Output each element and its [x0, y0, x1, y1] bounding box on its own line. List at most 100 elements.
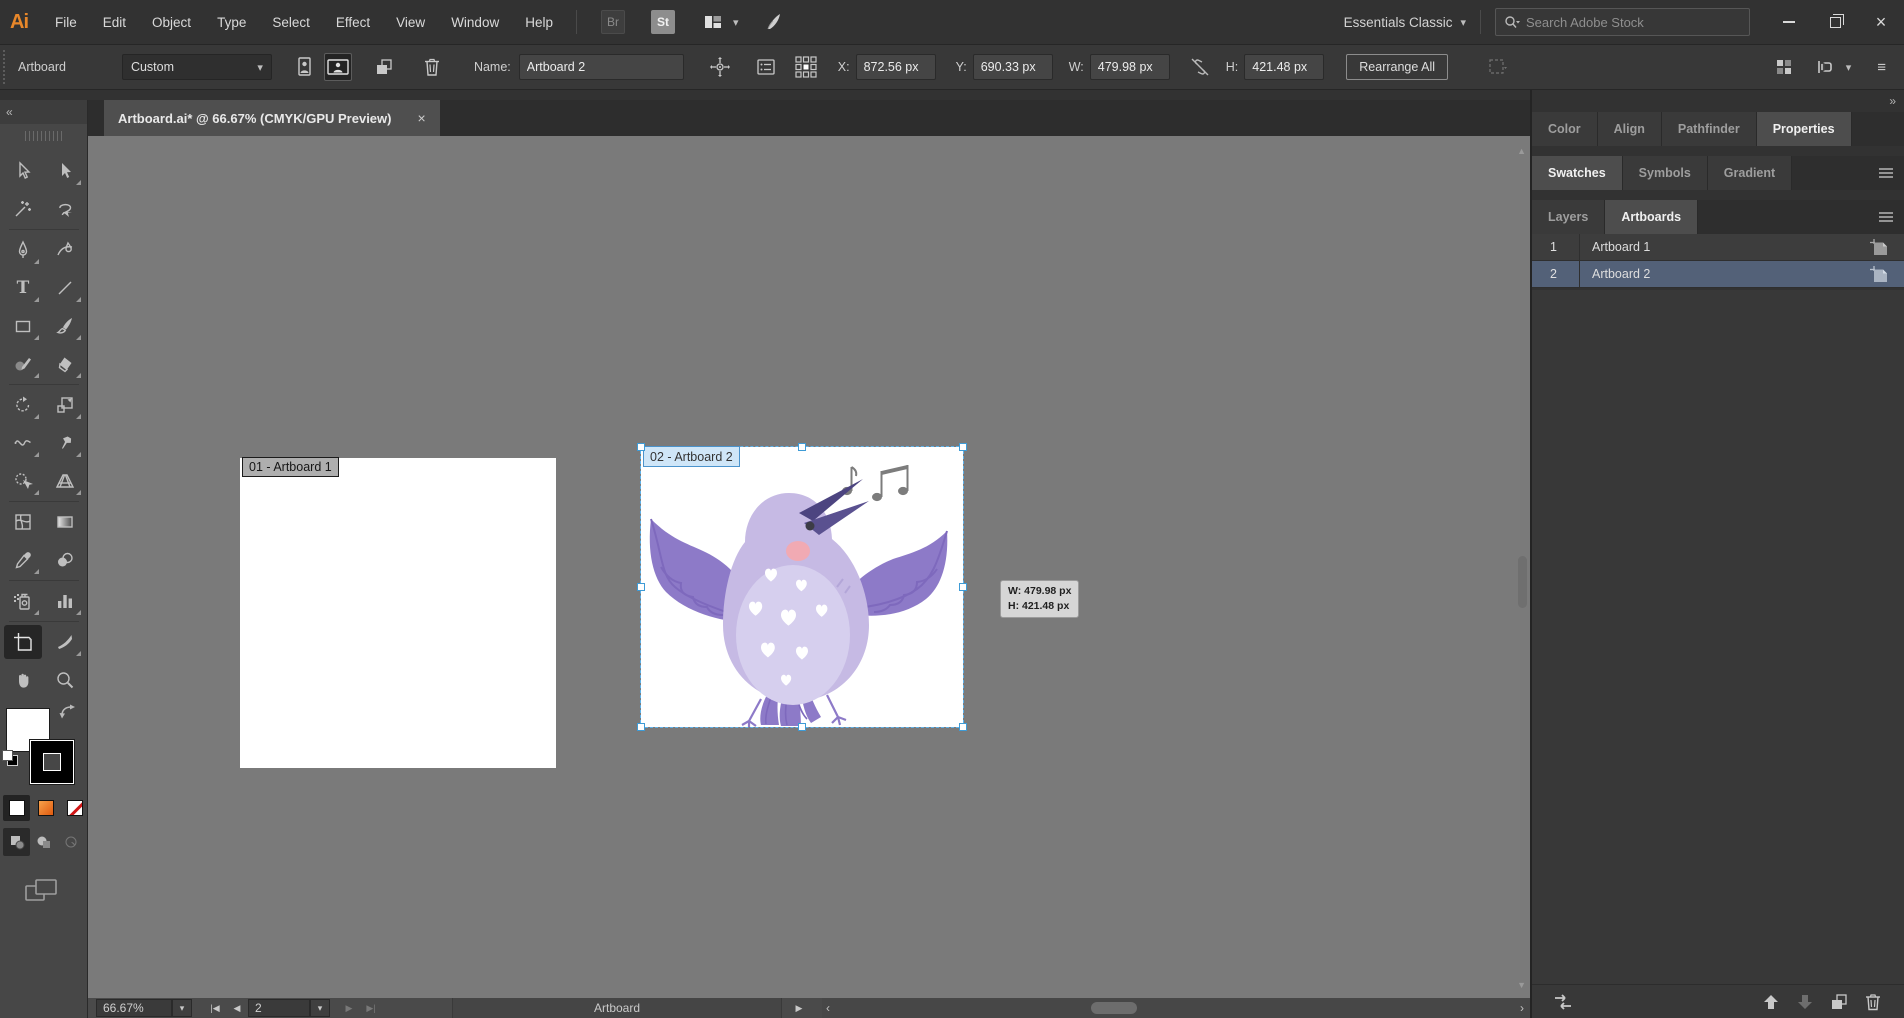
gpu-performance-button[interactable]: [759, 8, 787, 36]
bridge-button[interactable]: Br: [601, 10, 625, 34]
horizontal-scrollbar[interactable]: ‹ ›: [822, 998, 1530, 1018]
zoom-level-box[interactable]: 66.67%: [96, 999, 172, 1017]
hand-tool[interactable]: [4, 663, 42, 697]
menu-file[interactable]: File: [42, 15, 90, 30]
artboard-row-name[interactable]: Artboard 2: [1580, 267, 1868, 281]
artboard-2-label[interactable]: 02 - Artboard 2: [643, 446, 740, 467]
symbol-sprayer-tool[interactable]: [4, 584, 42, 618]
restore-button[interactable]: [1812, 2, 1858, 42]
none-mode-button[interactable]: [61, 795, 88, 821]
lasso-tool[interactable]: [46, 192, 84, 226]
chevron-down-icon[interactable]: ▾: [733, 16, 739, 29]
artboard-page-icon[interactable]: [1868, 264, 1890, 284]
selection-handle[interactable]: [637, 723, 645, 731]
artboard-options-button[interactable]: [752, 53, 780, 81]
horizontal-scrollbar-thumb[interactable]: [1091, 1002, 1137, 1014]
artboard-1-surface[interactable]: [240, 458, 556, 768]
draw-normal-button[interactable]: [3, 828, 30, 856]
type-tool[interactable]: T: [4, 271, 42, 305]
column-graph-tool[interactable]: [46, 584, 84, 618]
w-input[interactable]: [1090, 54, 1170, 80]
rearrange-all-button[interactable]: Rearrange All: [1346, 54, 1448, 80]
menu-view[interactable]: View: [383, 15, 438, 30]
swatches-panel-menu-button[interactable]: [1878, 156, 1904, 190]
document-tab[interactable]: Artboard.ai* @ 66.67% (CMYK/GPU Preview)…: [104, 100, 440, 136]
tab-gradient[interactable]: Gradient: [1708, 156, 1792, 190]
menu-edit[interactable]: Edit: [90, 15, 139, 30]
stock-button[interactable]: St: [651, 10, 675, 34]
paintbrush-tool[interactable]: [46, 309, 84, 343]
minimize-button[interactable]: [1766, 2, 1812, 42]
artboard-2-surface[interactable]: [641, 447, 963, 727]
menu-effect[interactable]: Effect: [323, 15, 383, 30]
next-artboard-button[interactable]: ▶: [338, 1003, 360, 1014]
tab-symbols[interactable]: Symbols: [1623, 156, 1708, 190]
swap-fill-stroke-button[interactable]: [58, 704, 76, 720]
tab-color[interactable]: Color: [1532, 112, 1598, 146]
vertical-scrollbar-thumb[interactable]: [1518, 556, 1527, 608]
tab-layers[interactable]: Layers: [1532, 200, 1605, 234]
artboard-1-label[interactable]: 01 - Artboard 1: [242, 457, 339, 477]
touch-workspace-button[interactable]: [1770, 53, 1798, 81]
artboard-nav-dropdown[interactable]: ▾: [310, 999, 330, 1017]
h-input[interactable]: [1244, 54, 1324, 80]
selection-handle[interactable]: [637, 583, 645, 591]
rectangle-tool[interactable]: [4, 309, 42, 343]
workspace-switcher[interactable]: Essentials Classic: [1344, 15, 1453, 30]
artboards-panel-menu-button[interactable]: [1878, 200, 1904, 234]
magic-wand-tool[interactable]: [4, 192, 42, 226]
move-down-button[interactable]: [1788, 993, 1822, 1011]
artboard-tool[interactable]: [4, 625, 42, 659]
selection-handle[interactable]: [959, 583, 967, 591]
shaper-tool[interactable]: [4, 347, 42, 381]
last-artboard-button[interactable]: ▶|: [360, 1003, 382, 1014]
change-screen-mode-button[interactable]: [24, 878, 58, 904]
y-input[interactable]: [973, 54, 1053, 80]
curvature-tool[interactable]: [46, 233, 84, 267]
width-tool[interactable]: [4, 426, 42, 460]
panel-grip[interactable]: [3, 50, 8, 84]
mesh-tool[interactable]: [4, 505, 42, 539]
artboard-name-input[interactable]: [519, 54, 684, 80]
stroke-color-swatch[interactable]: [30, 740, 74, 784]
new-artboard-button[interactable]: [370, 53, 398, 81]
artboard-preset-select[interactable]: Custom ▾: [122, 54, 272, 80]
gradient-tool[interactable]: [46, 505, 84, 539]
new-artboard-footer-button[interactable]: [1822, 993, 1856, 1011]
slice-tool[interactable]: [46, 625, 84, 659]
close-button[interactable]: ×: [1858, 2, 1904, 42]
scale-tool[interactable]: [46, 388, 84, 422]
eraser-tool[interactable]: [46, 347, 84, 381]
artboard-row-name[interactable]: Artboard 1: [1580, 240, 1868, 254]
scroll-left-icon[interactable]: ‹: [826, 1001, 830, 1015]
move-with-artwork-button[interactable]: [706, 53, 734, 81]
tab-pathfinder[interactable]: Pathfinder: [1662, 112, 1757, 146]
constrain-proportions-toggle[interactable]: [1186, 53, 1214, 81]
tab-properties[interactable]: Properties: [1757, 112, 1852, 146]
status-display[interactable]: Artboard: [452, 998, 782, 1018]
control-panel-menu-button[interactable]: ≡: [1877, 59, 1886, 76]
chevron-down-icon[interactable]: ▾: [1460, 16, 1466, 29]
portrait-orientation-button[interactable]: [290, 53, 318, 81]
rearrange-artboards-button[interactable]: [1546, 993, 1580, 1011]
draw-behind-button[interactable]: [30, 828, 57, 856]
tab-align[interactable]: Align: [1598, 112, 1662, 146]
x-input[interactable]: [856, 54, 936, 80]
menu-type[interactable]: Type: [204, 15, 259, 30]
delete-artboard-button[interactable]: [418, 53, 446, 81]
first-artboard-button[interactable]: |◀: [204, 1003, 226, 1014]
default-fill-stroke-button[interactable]: [2, 750, 20, 768]
selection-tool[interactable]: [4, 154, 42, 188]
menu-select[interactable]: Select: [259, 15, 323, 30]
arrange-documents-button[interactable]: [699, 8, 727, 36]
tab-swatches[interactable]: Swatches: [1532, 156, 1623, 190]
scroll-up-icon[interactable]: ▲: [1517, 146, 1526, 156]
line-segment-tool[interactable]: [46, 271, 84, 305]
blend-tool[interactable]: [46, 543, 84, 577]
selection-handle[interactable]: [637, 443, 645, 451]
puppet-warp-tool[interactable]: [46, 426, 84, 460]
zoom-tool[interactable]: [46, 663, 84, 697]
artboard-page-icon[interactable]: [1868, 237, 1890, 257]
menu-object[interactable]: Object: [139, 15, 204, 30]
isolate-artboard-button[interactable]: [1484, 53, 1512, 81]
